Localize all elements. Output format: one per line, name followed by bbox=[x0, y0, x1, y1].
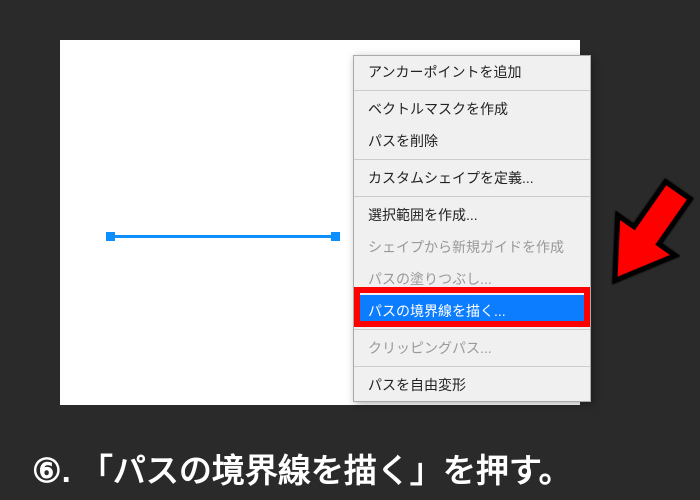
menu-define-custom-shape[interactable]: カスタムシェイプを定義... bbox=[354, 162, 590, 194]
path-segment[interactable] bbox=[110, 235, 335, 238]
context-menu: アンカーポイントを追加 ベクトルマスクを作成 パスを削除 カスタムシェイプを定義… bbox=[353, 55, 591, 402]
menu-separator bbox=[354, 196, 590, 197]
menu-create-vector-mask[interactable]: ベクトルマスクを作成 bbox=[354, 93, 590, 125]
menu-make-selection[interactable]: 選択範囲を作成... bbox=[354, 199, 590, 231]
menu-separator bbox=[354, 366, 590, 367]
menu-separator bbox=[354, 329, 590, 330]
menu-add-anchor[interactable]: アンカーポイントを追加 bbox=[354, 56, 590, 88]
arrow-pointer-icon bbox=[572, 160, 700, 314]
menu-separator bbox=[354, 90, 590, 91]
menu-free-transform-path[interactable]: パスを自由変形 bbox=[354, 369, 590, 401]
anchor-point-left[interactable] bbox=[106, 232, 115, 241]
menu-stroke-path[interactable]: パスの境界線を描く... bbox=[354, 295, 590, 327]
menu-fill-path: パスの塗りつぶし... bbox=[354, 263, 590, 295]
menu-clipping-path: クリッピングパス... bbox=[354, 332, 590, 364]
menu-new-guide-from-shape: シェイプから新規ガイドを作成 bbox=[354, 231, 590, 263]
menu-separator bbox=[354, 159, 590, 160]
anchor-point-right[interactable] bbox=[331, 232, 340, 241]
instruction-label: . 「パスの境界線を描く」を押す。 bbox=[62, 452, 572, 489]
step-number: ⑥ bbox=[32, 451, 62, 490]
instruction-text: ⑥. 「パスの境界線を描く」を押す。 bbox=[32, 444, 572, 492]
menu-delete-path[interactable]: パスを削除 bbox=[354, 125, 590, 157]
